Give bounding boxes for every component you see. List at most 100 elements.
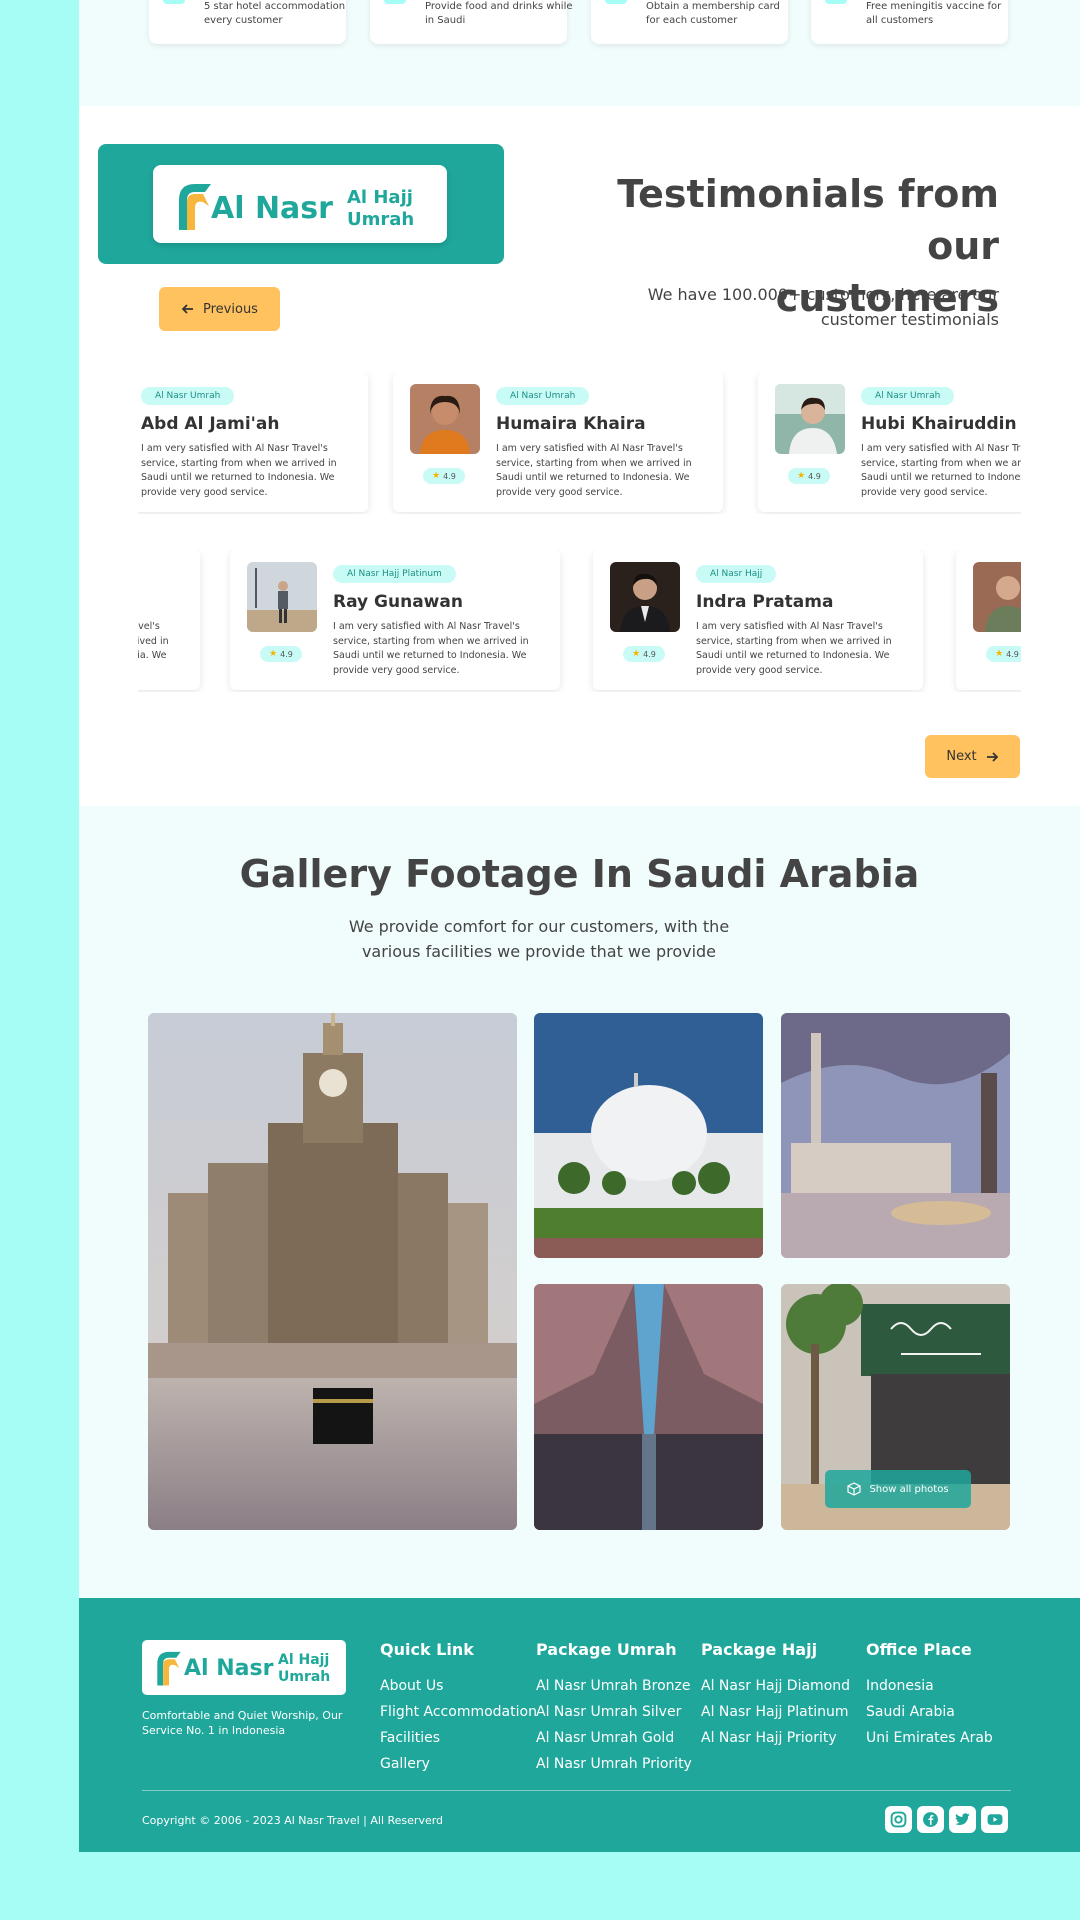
footer-link-indonesia[interactable]: Indonesia (866, 1673, 993, 1699)
arrow-right-icon (986, 751, 998, 762)
mosque-photo (534, 1013, 763, 1258)
rating-value: 4.9 (443, 471, 456, 481)
brand-name: Al Nasr (211, 191, 333, 226)
testimonial-card: ★ 4.9 Al Nasr Hajj Indra Pratama I am ver… (593, 550, 923, 690)
next-button[interactable]: Next (925, 735, 1020, 778)
package-badge: Al Nasr Hajj (696, 565, 777, 583)
star-icon: ★ (432, 471, 441, 481)
testimonial-card: ★ 4.9 Al Nasr Umrah Humaira Khaira I am v… (393, 372, 723, 512)
feature-text: 5 star hotel accommodation every custome… (204, 1, 346, 26)
rating-badge: ★ 4.9 (623, 646, 665, 662)
customer-photo (247, 562, 317, 632)
footer-package-hajj: Package Hajj Al Nasr Hajj Diamond Al Nas… (701, 1640, 850, 1751)
footer-brand-sub: Al Hajj Umrah (278, 1652, 330, 1686)
footer-package-umrah: Package Umrah Al Nasr Umrah Bronze Al Na… (536, 1640, 692, 1777)
testimonial-quote: I am very satisfied with Al Nasr Travel'… (138, 621, 169, 661)
footer-link-facilities[interactable]: Facilities (380, 1725, 537, 1751)
footer-link-hajj-priority[interactable]: Al Nasr Hajj Priority (701, 1725, 850, 1751)
twitter-icon[interactable] (949, 1806, 976, 1833)
arrow-left-icon (181, 304, 194, 314)
instagram-icon[interactable] (885, 1806, 912, 1833)
footer-link-about[interactable]: About Us (380, 1673, 537, 1699)
star-icon: ★ (797, 471, 806, 481)
footer-quick-links: Quick Link About Us Flight Accommodation… (380, 1640, 537, 1777)
footer-link-umrah-bronze[interactable]: Al Nasr Umrah Bronze (536, 1673, 692, 1699)
testimonial-card: ★ 4.9 (956, 550, 1021, 690)
rating-value: 4.9 (643, 649, 656, 659)
customer-photo (610, 562, 680, 632)
star-icon: ★ (269, 649, 278, 659)
footer-link-saudi[interactable]: Saudi Arabia (866, 1699, 993, 1725)
footer-link-umrah-priority[interactable]: Al Nasr Umrah Priority (536, 1751, 692, 1777)
show-all-photos-button[interactable]: Show all photos (825, 1470, 971, 1508)
youtube-icon[interactable] (981, 1806, 1008, 1833)
logo-mark-icon (157, 1651, 181, 1686)
footer-link-uae[interactable]: Uni Emirates Arab (866, 1725, 993, 1751)
feature-card: Obtain a membership card for each custom… (591, 0, 788, 44)
customer-name: Abd Al Jami'ah (141, 414, 280, 434)
brand-logo[interactable]: Al Nasr Al Hajj Umrah (153, 165, 447, 243)
package-badge: Al Nasr Umrah (861, 387, 955, 405)
show-all-label: Show all photos (869, 1483, 949, 1495)
feature-card: Free meningitis vaccine for all customer… (811, 0, 1008, 44)
footer-office: Office Place Indonesia Saudi Arabia Uni … (866, 1640, 993, 1751)
rating-value: 4.9 (808, 471, 821, 481)
footer-brand-sub-line1: Al Hajj (278, 1652, 330, 1668)
logo-mark-icon (179, 184, 211, 230)
feature-icon (605, 0, 627, 4)
gallery-image-mosque[interactable] (534, 1013, 763, 1258)
footer-logo[interactable]: Al Nasr Al Hajj Umrah (142, 1640, 346, 1695)
cube-icon (847, 1482, 862, 1496)
page: 5 star hotel accommodation every custome… (79, 0, 1080, 1852)
testimonials-title-line1: Testimonials from our (617, 172, 999, 268)
footer-column-title: Office Place (866, 1640, 972, 1659)
brand-logo-panel: Al Nasr Al Hajj Umrah (98, 144, 504, 264)
rating-value: 4.9 (1006, 649, 1019, 659)
footer-link-umrah-gold[interactable]: Al Nasr Umrah Gold (536, 1725, 692, 1751)
gallery-image-makkah[interactable] (148, 1013, 517, 1530)
rating-badge: ★ 4.9 (986, 646, 1021, 662)
rating-value: 4.9 (280, 649, 293, 659)
testimonial-quote: I am very satisfied with Al Nasr Travel'… (496, 443, 692, 498)
gallery-subtitle: We provide comfort for our customers, wi… (348, 917, 730, 961)
brand-sub-line1: Al Hajj (347, 187, 413, 208)
testimonial-row: Al Nasr Umrah Abd Al Jami'ah I am very s… (138, 372, 1021, 514)
makkah-photo (148, 1013, 517, 1530)
footer-link-flight[interactable]: Flight Accommodation (380, 1699, 537, 1725)
customer-photo (410, 384, 480, 454)
footer-link-hajj-platinum[interactable]: Al Nasr Hajj Platinum (701, 1699, 850, 1725)
gallery-image-umbrellas[interactable] (534, 1284, 763, 1530)
customer-name: Ray Gunawan (333, 592, 463, 612)
brand-sub: Al Hajj Umrah (347, 187, 414, 231)
gallery-image-nabawi[interactable] (781, 1013, 1010, 1258)
footer-link-gallery[interactable]: Gallery (380, 1751, 537, 1777)
testimonial-row: I am very satisfied with Al Nasr Travel'… (138, 550, 1021, 692)
feature-icon (384, 0, 406, 4)
facebook-icon[interactable] (917, 1806, 944, 1833)
previous-label: Previous (203, 301, 258, 317)
testimonial-card: I am very satisfied with Al Nasr Travel'… (138, 550, 200, 690)
brand-sub-line2: Umrah (347, 209, 415, 230)
star-icon: ★ (632, 649, 641, 659)
gallery-section: Gallery Footage In Saudi Arabia We provi… (79, 806, 1080, 1598)
feature-text: Provide food and drinks while in Saudi (425, 1, 573, 26)
previous-button[interactable]: Previous (159, 287, 280, 331)
umbrellas-photo (534, 1284, 763, 1530)
footer-column-title: Package Umrah (536, 1640, 677, 1659)
gallery-title: Gallery Footage In Saudi Arabia (239, 852, 920, 896)
gallery-image-flag[interactable]: Show all photos (781, 1284, 1010, 1530)
customer-name: Indra Pratama (696, 592, 834, 612)
feature-text: Free meningitis vaccine for all customer… (866, 1, 1002, 26)
testimonials-subtitle: We have 100.000+ customers, here are our… (647, 285, 999, 329)
customer-photo (775, 384, 845, 454)
customer-photo (973, 562, 1021, 632)
rating-badge: ★ 4.9 (260, 646, 302, 662)
footer-link-umrah-silver[interactable]: Al Nasr Umrah Silver (536, 1699, 692, 1725)
package-badge: Al Nasr Umrah (141, 387, 235, 405)
footer-column-title: Quick Link (380, 1640, 474, 1659)
package-badge: Al Nasr Umrah (496, 387, 590, 405)
copyright: Copyright © 2006 - 2023 Al Nasr Travel |… (142, 1814, 444, 1827)
customer-name: Humaira Khaira (496, 414, 646, 434)
feature-card: 5 star hotel accommodation every custome… (149, 0, 346, 44)
footer-link-hajj-diamond[interactable]: Al Nasr Hajj Diamond (701, 1673, 850, 1699)
